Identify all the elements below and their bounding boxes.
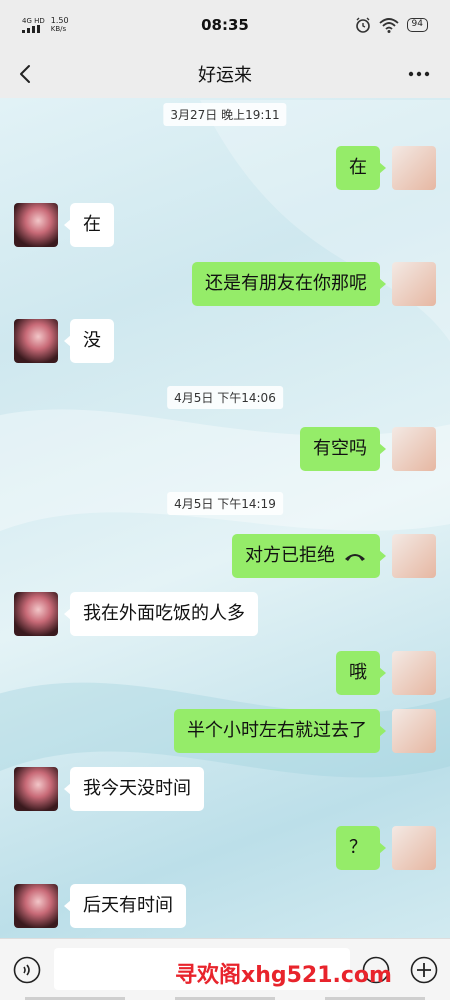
avatar-self[interactable] — [392, 534, 436, 578]
alarm-icon — [355, 17, 370, 33]
message-bubble-received[interactable]: 没 — [64, 319, 114, 363]
message-bubble-sent[interactable]: 有空吗 — [300, 427, 386, 471]
message-bubble-sent[interactable]: ？ — [336, 826, 386, 870]
more-dots-icon[interactable] — [406, 62, 432, 86]
avatar-self[interactable] — [392, 427, 436, 471]
network-speed: 1.50 KB/s — [50, 16, 69, 34]
status-right: 94 — [355, 17, 428, 33]
message-bubble-received[interactable]: 我今天没时间 — [64, 767, 204, 811]
battery-icon: 94 — [406, 18, 428, 32]
network-label: 4G HD — [22, 17, 45, 25]
chat-title: 好运来 — [198, 65, 252, 86]
message-bubble-sent[interactable]: 还是有朋友在你那呢 — [192, 262, 386, 306]
message-bubble-received[interactable]: 我在外面吃饭的人多 — [64, 592, 258, 636]
status-bar: 4G HD 1.50 KB/s 08:35 94 — [0, 0, 450, 50]
speed-unit: KB/s — [50, 25, 67, 33]
timestamp: 3月27日 晚上19:11 — [163, 103, 287, 126]
message-bubble-sent[interactable]: 哦 — [336, 651, 386, 695]
avatar-contact[interactable] — [14, 884, 58, 928]
avatar-self[interactable] — [392, 709, 436, 753]
plus-icon[interactable] — [410, 956, 438, 984]
avatar-contact[interactable] — [14, 592, 58, 636]
avatar-self[interactable] — [392, 826, 436, 870]
message-bubble-received[interactable]: 后天有时间 — [64, 884, 186, 928]
message-bubble-received[interactable]: 在 — [64, 203, 114, 247]
signal-icon — [22, 25, 40, 33]
avatar-self[interactable] — [392, 262, 436, 306]
avatar-self[interactable] — [392, 146, 436, 190]
call-declined-icon — [345, 554, 365, 561]
avatar-contact[interactable] — [14, 203, 58, 247]
watermark: 寻欢阁xhg521.com — [175, 963, 392, 988]
timestamp: 4月5日 下午14:19 — [167, 492, 283, 515]
speed-value: 1.50 — [50, 16, 69, 25]
avatar-self[interactable] — [392, 651, 436, 695]
message-bubble-sent[interactable]: 在 — [336, 146, 386, 190]
message-bubble-sent[interactable]: 半个小时左右就过去了 — [174, 709, 386, 753]
call-declined-text: 对方已拒绝 — [245, 545, 335, 566]
avatar-contact[interactable] — [14, 319, 58, 363]
call-declined-bubble[interactable]: 对方已拒绝 — [232, 534, 386, 578]
signal-indicator: 4G HD — [22, 17, 45, 33]
status-left: 4G HD 1.50 KB/s — [22, 17, 69, 33]
timestamp: 4月5日 下午14:06 — [167, 386, 283, 409]
wifi-icon — [378, 18, 399, 33]
message-list[interactable]: 3月27日 晚上19:11 在 在 还是有朋友在你那呢 没 4月5日 下午14:… — [0, 98, 450, 938]
chevron-left-icon[interactable] — [14, 62, 38, 86]
title-bar: 好运来 — [0, 50, 450, 98]
avatar-contact[interactable] — [14, 767, 58, 811]
voice-icon[interactable] — [13, 956, 41, 984]
